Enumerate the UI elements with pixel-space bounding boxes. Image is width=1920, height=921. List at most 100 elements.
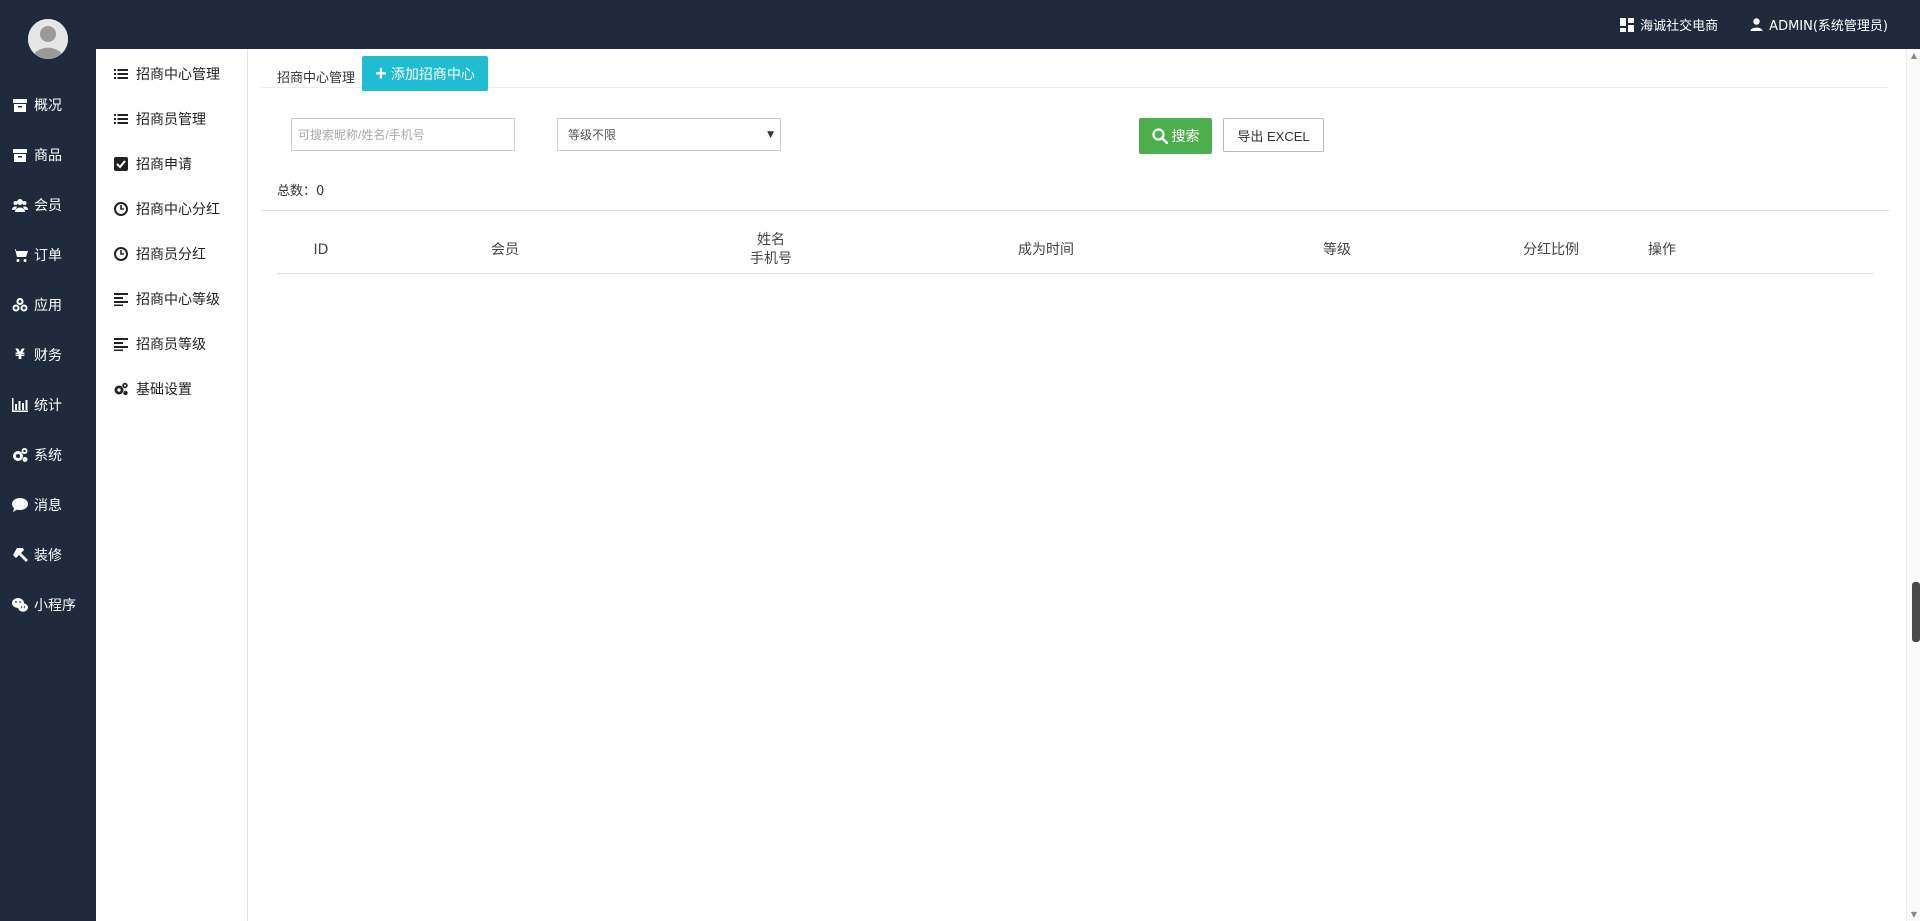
wechat-icon (12, 598, 28, 612)
primary-nav: 概况 商品 会员 订单 应用 ¥ 财务 统计 系统 消息 装修 小程序 (0, 80, 96, 630)
caret-down-icon: ▼ (767, 130, 774, 140)
nav-item-decoration[interactable]: 装修 (0, 530, 96, 580)
shop-switch[interactable]: 海诚社交电商 (1620, 15, 1718, 34)
submenu-item-center-management[interactable]: 招商中心管理 (96, 51, 247, 96)
nav-item-statistics[interactable]: 统计 (0, 380, 96, 430)
nav-item-apps[interactable]: 应用 (0, 280, 96, 330)
submenu-item-recruiter-dividend[interactable]: 招商员分红 (96, 231, 247, 276)
checkbox-icon (114, 156, 128, 171)
search-icon (1151, 128, 1168, 144)
submenu-label: 基础设置 (136, 381, 192, 398)
align-left-icon (114, 337, 128, 351)
chat-icon (12, 498, 28, 512)
scrollbar[interactable]: ▲ ▼ (1906, 49, 1920, 921)
scrollbar-thumb[interactable] (1912, 582, 1920, 642)
scroll-up-icon[interactable]: ▲ (1911, 51, 1917, 60)
nav-item-products[interactable]: 商品 (0, 130, 96, 180)
user-menu[interactable]: ADMIN(系统管理员) (1750, 15, 1888, 34)
level-select[interactable]: 等级不限 ▼ (557, 118, 781, 151)
submenu-label: 招商中心分红 (136, 201, 220, 218)
user-name: ADMIN(系统管理员) (1769, 19, 1888, 34)
submenu-list: 招商中心管理 招商员管理 招商申请 招商中心分红 招商员分红 招商中心等级 招商… (96, 49, 247, 411)
submenu-label: 招商申请 (136, 156, 192, 173)
table-header: ID 会员 姓名 手机号 成为时间 等级 分红比例 操作 (277, 227, 1873, 274)
total-label: 总数： (277, 184, 317, 199)
column-header-became-time: 成为时间 (1018, 241, 1074, 258)
list-icon (114, 113, 128, 124)
submenu-item-center-level[interactable]: 招商中心等级 (96, 276, 247, 321)
nav-item-members[interactable]: 会员 (0, 180, 96, 230)
nav-item-overview[interactable]: 概况 (0, 80, 96, 130)
nav-label: 商品 (34, 148, 62, 164)
column-header-actions: 操作 (1648, 241, 1676, 258)
list-icon (114, 68, 128, 79)
column-header-phone: 手机号 (750, 251, 792, 267)
add-center-label: 添加招商中心 (390, 65, 475, 82)
search-button-label: 搜索 (1171, 128, 1200, 144)
nav-label: 财务 (34, 348, 62, 364)
users-icon (12, 199, 28, 212)
align-left-icon (114, 292, 128, 306)
yen-icon: ¥ (15, 347, 25, 363)
nav-label: 订单 (34, 248, 62, 264)
cart-icon (12, 249, 28, 262)
nav-label: 应用 (34, 298, 62, 314)
nav-label: 小程序 (34, 598, 76, 614)
gears-icon (114, 382, 128, 395)
total-count: 总数：0 (277, 180, 324, 199)
submenu-label: 招商中心等级 (136, 291, 220, 308)
avatar-placeholder-icon (28, 19, 68, 59)
divider (261, 210, 1889, 211)
nav-item-system[interactable]: 系统 (0, 430, 96, 480)
breadcrumb[interactable]: 招商中心管理 (277, 67, 355, 86)
column-header-member: 会员 (491, 241, 519, 258)
submenu-label: 招商员管理 (136, 111, 206, 128)
search-input[interactable] (291, 118, 515, 151)
shop-name: 海诚社交电商 (1640, 19, 1719, 34)
gears-icon (13, 448, 28, 462)
nav-label: 统计 (34, 398, 62, 414)
submenu-item-recruiter-management[interactable]: 招商员管理 (96, 96, 247, 141)
nav-label: 系统 (34, 448, 62, 464)
clock-icon (114, 201, 128, 216)
submenu-item-application[interactable]: 招商申请 (96, 141, 247, 186)
header-actions: 海诚社交电商 ADMIN(系统管理员) (1620, 0, 1888, 49)
nav-item-miniprogram[interactable]: 小程序 (0, 580, 96, 630)
export-excel-button[interactable]: 导出 EXCEL (1223, 118, 1324, 152)
nav-item-messages[interactable]: 消息 (0, 480, 96, 530)
level-select-value: 等级不限 (568, 128, 617, 142)
archive-icon (13, 149, 27, 162)
secondary-sidebar: 招商中心管理 招商员管理 招商申请 招商中心分红 招商员分红 招商中心等级 招商… (96, 49, 248, 921)
submenu-item-basic-settings[interactable]: 基础设置 (96, 366, 247, 411)
submenu-label: 招商员分红 (136, 246, 206, 263)
clock-icon (114, 246, 128, 261)
top-header: 海诚社交电商 ADMIN(系统管理员) (0, 0, 1920, 49)
nav-label: 会员 (34, 198, 62, 214)
total-value: 0 (316, 184, 325, 199)
nav-label: 消息 (34, 498, 62, 514)
submenu-item-recruiter-level[interactable]: 招商员等级 (96, 321, 247, 366)
add-center-button[interactable]: + 添加招商中心 (362, 56, 488, 91)
bar-chart-icon (12, 398, 28, 412)
hammer-icon (13, 548, 28, 562)
main-content: 招商中心管理 + 添加招商中心 等级不限 ▼ 搜索 导出 EXCEL 总数：0 … (261, 49, 1889, 921)
avatar[interactable] (28, 19, 68, 59)
nav-item-finance[interactable]: ¥ 财务 (0, 330, 96, 380)
archive-icon (13, 99, 27, 112)
cubes-icon (12, 298, 28, 312)
column-header-name-phone: 姓名 手机号 (731, 227, 811, 273)
dashboard-icon (1620, 17, 1635, 32)
user-icon (1750, 18, 1763, 31)
submenu-item-center-dividend[interactable]: 招商中心分红 (96, 186, 247, 231)
primary-sidebar: 概况 商品 会员 订单 应用 ¥ 财务 统计 系统 消息 装修 小程序 (0, 0, 96, 921)
scroll-down-icon[interactable]: ▼ (1911, 910, 1917, 919)
nav-item-orders[interactable]: 订单 (0, 230, 96, 280)
column-header-name: 姓名 (757, 232, 785, 248)
nav-label: 装修 (34, 548, 62, 564)
column-header-level: 等级 (1323, 241, 1351, 258)
plus-icon: + (375, 62, 387, 85)
submenu-label: 招商员等级 (136, 336, 206, 353)
nav-label: 概况 (34, 98, 62, 114)
search-button[interactable]: 搜索 (1139, 118, 1212, 154)
submenu-label: 招商中心管理 (136, 66, 220, 83)
